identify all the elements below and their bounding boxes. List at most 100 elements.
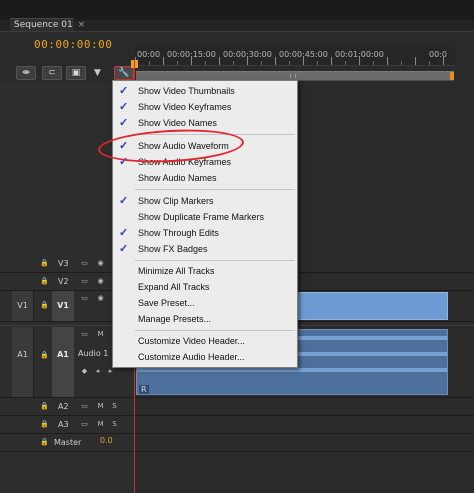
ruler-tick — [149, 61, 150, 65]
ruler-label: 00:00 — [137, 50, 161, 59]
sync-lock-icon[interactable]: ▭ — [80, 277, 89, 286]
menu-item-label: Show Video Names — [138, 118, 217, 128]
sync-lock-icon[interactable]: ▭ — [80, 294, 89, 303]
track-label: Audio 1 — [78, 349, 109, 358]
sync-lock-icon[interactable]: ▭ — [80, 330, 89, 339]
source-patch-a1[interactable]: A1 — [12, 327, 34, 397]
linked-selection-icon: ⊂ — [48, 68, 56, 78]
work-area-end-handle[interactable] — [450, 72, 454, 80]
prev-keyframe-icon[interactable]: ◂ — [93, 367, 102, 376]
ruler-tick — [373, 61, 374, 65]
menu-item-minimize-all-tracks[interactable]: Minimize All Tracks — [113, 263, 297, 279]
menu-item-show-video-thumbnails[interactable]: ✓ Show Video Thumbnails — [113, 83, 297, 99]
menu-item-label: Show Audio Names — [138, 173, 217, 183]
track-name: A2 — [58, 402, 69, 411]
checkmark-icon: ✓ — [119, 227, 129, 239]
menu-separator — [135, 189, 295, 190]
menu-item-label: Show FX Badges — [138, 244, 208, 254]
menu-item-label: Show Through Edits — [138, 228, 219, 238]
checkmark-icon: ✓ — [119, 117, 129, 129]
menu-item-show-audio-names[interactable]: Show Audio Names — [113, 170, 297, 186]
playhead-timecode[interactable]: 00:00:00:00 — [34, 38, 112, 51]
ruler-tick — [331, 57, 332, 65]
menu-item-show-fx-badges[interactable]: ✓ Show FX Badges — [113, 241, 297, 257]
menu-item-expand-all-tracks[interactable]: Expand All Tracks — [113, 279, 297, 295]
ruler-tick — [303, 57, 304, 65]
close-icon[interactable]: × — [78, 20, 86, 30]
track-a2[interactable]: 🔒 A2 ▭ M S — [0, 398, 474, 415]
clip-marker-label: R — [139, 385, 149, 394]
ruler-tick — [177, 61, 178, 65]
menu-item-save-preset[interactable]: Save Preset... — [113, 295, 297, 311]
track-a3[interactable]: 🔒 A3 ▭ M S — [0, 416, 474, 433]
master-volume-value[interactable]: 0.0 — [100, 436, 113, 445]
ruler-tick — [275, 57, 276, 65]
menu-item-label: Customize Video Header... — [138, 336, 245, 346]
mute-button[interactable]: M — [96, 420, 105, 429]
eye-icon[interactable]: ◉ — [96, 277, 105, 286]
menu-item-label: Show Video Thumbnails — [138, 86, 235, 96]
marker-icon[interactable]: ▼ — [94, 68, 101, 78]
tab-sequence-01[interactable]: Sequence 01 × — [10, 18, 85, 32]
sync-lock-icon[interactable]: ▭ — [80, 402, 89, 411]
snap-button[interactable]: ⇼ — [16, 66, 36, 80]
track-name: A3 — [58, 420, 69, 429]
solo-button[interactable]: S — [110, 420, 119, 429]
ruler-tick — [359, 57, 360, 65]
ruler-tick — [219, 57, 220, 65]
eye-icon[interactable]: ◉ — [96, 294, 105, 303]
ruler-tick — [443, 57, 444, 65]
ruler-tick — [289, 61, 290, 65]
menu-item-label: Show Duplicate Frame Markers — [138, 212, 265, 222]
lock-icon[interactable]: 🔒 — [40, 402, 49, 411]
menu-item-label: Save Preset... — [138, 298, 195, 308]
target-track-a1[interactable]: A1 — [52, 327, 74, 397]
time-ruler[interactable]: 00:00 00:00:15:00 00:00:30:00 00:00:45:0… — [135, 46, 455, 66]
target-track-v1[interactable]: V1 — [52, 291, 74, 321]
ruler-tick — [429, 61, 430, 65]
lock-icon[interactable]: 🔒 — [40, 277, 49, 286]
sync-lock-icon[interactable]: ▭ — [80, 420, 89, 429]
lock-icon[interactable]: 🔒 — [40, 351, 49, 360]
mute-button[interactable]: M — [96, 402, 105, 411]
menu-item-show-duplicate-frame-markers[interactable]: Show Duplicate Frame Markers — [113, 209, 297, 225]
lock-icon[interactable]: 🔒 — [40, 259, 49, 268]
ruler-label: 00:0 — [429, 50, 447, 59]
ruler-tick — [345, 61, 346, 65]
timeline-display-settings-button[interactable]: 🔧 — [114, 66, 134, 80]
tab-label: Sequence 01 — [14, 20, 73, 30]
snap-icon: ⇼ — [22, 68, 30, 78]
keyframe-add-icon[interactable]: ◆ — [80, 367, 89, 376]
eye-icon[interactable]: ◉ — [96, 259, 105, 268]
menu-item-customize-video-header[interactable]: Customize Video Header... — [113, 333, 297, 349]
work-area-grip[interactable] — [290, 74, 296, 78]
ruler-tick — [261, 61, 262, 65]
ruler-tick — [387, 57, 388, 65]
next-keyframe-icon[interactable]: ▸ — [106, 367, 115, 376]
add-marker-button[interactable]: ▣ — [66, 66, 86, 80]
menu-item-manage-presets[interactable]: Manage Presets... — [113, 311, 297, 327]
menu-item-show-video-names[interactable]: ✓ Show Video Names — [113, 115, 297, 131]
source-patch-v1[interactable]: V1 — [12, 291, 34, 321]
solo-button[interactable]: S — [110, 402, 119, 411]
linked-selection-button[interactable]: ⊂ — [42, 66, 62, 80]
ruler-tick — [205, 61, 206, 65]
lock-icon[interactable]: 🔒 — [40, 438, 49, 447]
mute-button[interactable]: M — [96, 330, 105, 339]
audio-waveform — [137, 368, 447, 372]
menu-item-show-clip-markers[interactable]: ✓ Show Clip Markers — [113, 193, 297, 209]
lock-icon[interactable]: 🔒 — [40, 420, 49, 429]
timeline-display-settings-menu: ✓ Show Video Thumbnails ✓ Show Video Keyfr… — [112, 80, 298, 368]
menu-item-label: Show Video Keyframes — [138, 102, 232, 112]
menu-item-label: Minimize All Tracks — [138, 266, 215, 276]
ruler-tick — [191, 57, 192, 65]
menu-item-show-through-edits[interactable]: ✓ Show Through Edits — [113, 225, 297, 241]
menu-item-show-video-keyframes[interactable]: ✓ Show Video Keyframes — [113, 99, 297, 115]
menu-item-customize-audio-header[interactable]: Customize Audio Header... — [113, 349, 297, 365]
track-master[interactable]: 🔒 Master — [0, 434, 474, 451]
lock-icon[interactable]: 🔒 — [40, 301, 49, 310]
sync-lock-icon[interactable]: ▭ — [80, 259, 89, 268]
track-name: V3 — [58, 259, 69, 268]
ruler-tick — [401, 61, 402, 65]
menu-separator — [135, 330, 295, 331]
